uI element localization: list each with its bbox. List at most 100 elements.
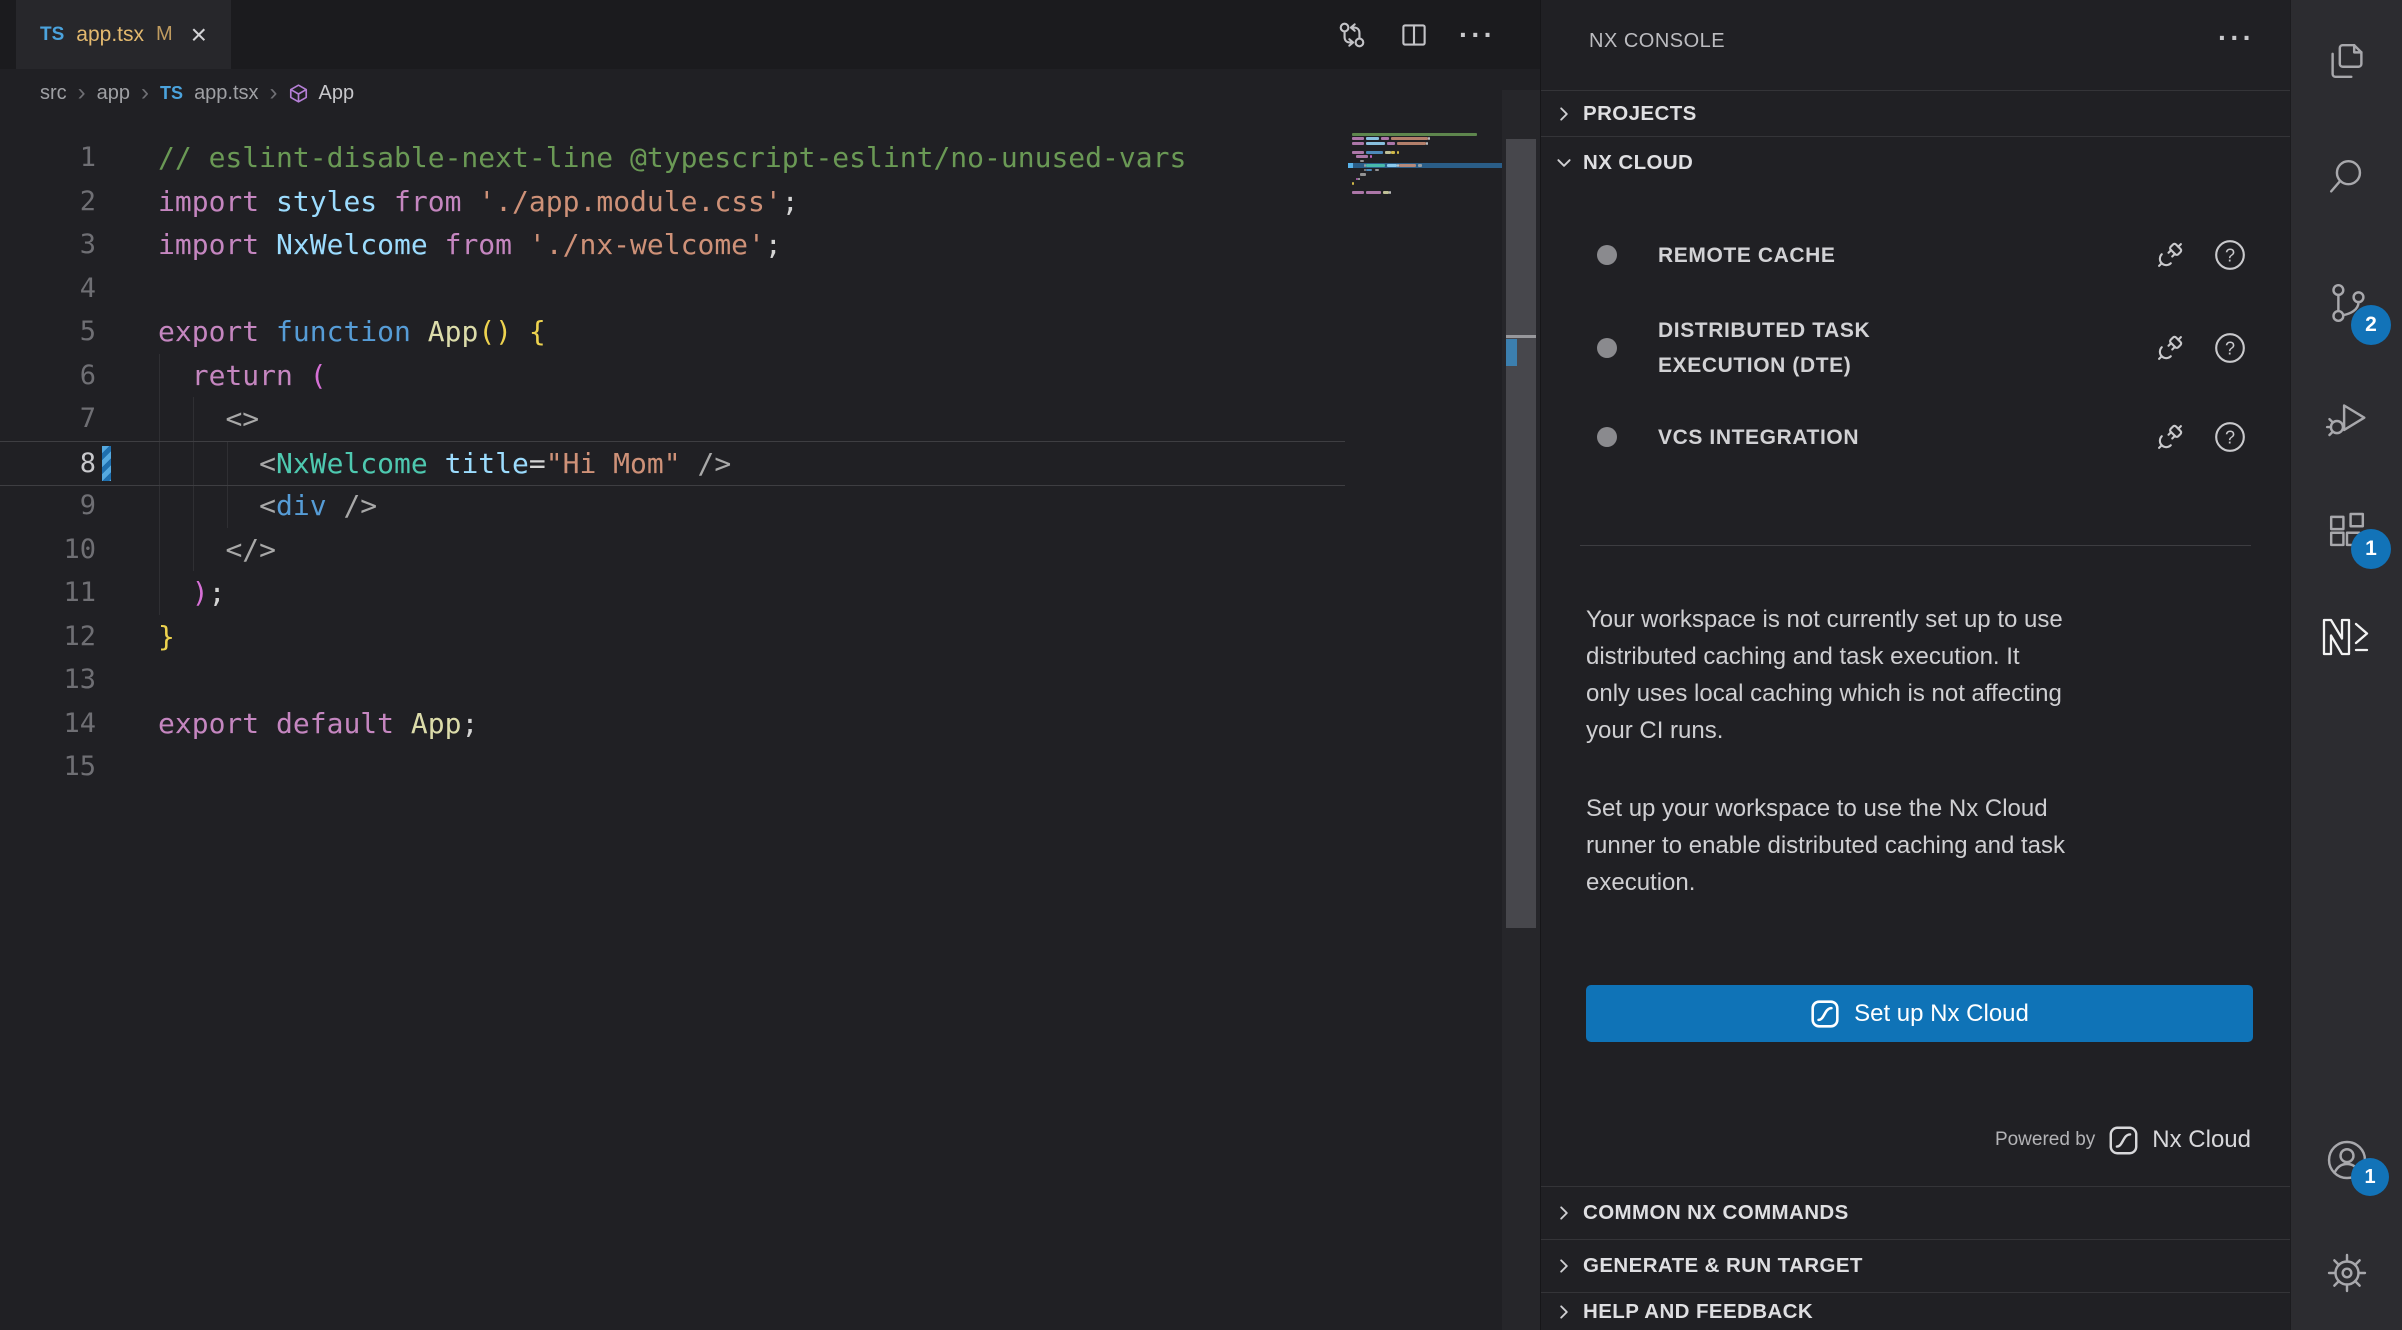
section-common-nx-commands[interactable]: COMMON NX COMMANDS <box>1541 1186 2291 1239</box>
activity-bar: 2 1 1 <box>2290 0 2402 1330</box>
code-line[interactable]: 1// eslint-disable-next-line @typescript… <box>0 136 1345 180</box>
chevron-right-icon <box>1555 1204 1573 1222</box>
source-control-badge: 2 <box>2351 305 2391 345</box>
code-text: return ( <box>158 354 327 398</box>
overview-ruler-modified-mark <box>1506 339 1517 366</box>
line-number[interactable]: 8 <box>0 442 96 486</box>
search-icon[interactable] <box>2324 154 2370 200</box>
code-line[interactable]: 4 <box>0 267 1345 311</box>
line-number[interactable]: 4 <box>0 267 96 311</box>
nx-cloud-item-dte[interactable]: DISTRIBUTED TASK EXECUTION (DTE) ? <box>1541 300 2291 395</box>
extensions-badge: 1 <box>2351 529 2391 569</box>
explorer-icon[interactable] <box>2324 38 2370 84</box>
code-text: </> <box>158 528 276 572</box>
line-number[interactable]: 13 <box>0 658 96 702</box>
minimap-code-mark <box>1399 164 1415 167</box>
code-line[interactable]: 10 </> <box>0 528 1345 572</box>
minimap-code-mark <box>1391 137 1428 140</box>
line-number[interactable]: 7 <box>0 397 96 441</box>
code-line[interactable]: 14 export default App; <box>0 702 1345 746</box>
line-number[interactable]: 10 <box>0 528 96 572</box>
help-question-icon[interactable]: ? <box>2213 331 2247 365</box>
code-text: <NxWelcome title="Hi Mom" /> <box>158 442 731 486</box>
vscode-window: TS app.tsx M × ··· <box>0 0 2402 1330</box>
line-number[interactable]: 14 <box>0 702 96 746</box>
minimap-code-mark <box>1366 191 1380 194</box>
help-question-icon[interactable]: ? <box>2213 420 2247 454</box>
scrollbar-slider[interactable] <box>1506 139 1536 928</box>
minimap-code-mark <box>1366 142 1384 145</box>
code-line[interactable]: 5 export function App() { <box>0 310 1345 354</box>
code-line[interactable]: 2import styles from './app.module.css'; <box>0 180 1345 224</box>
section-help-and-feedback[interactable]: HELP AND FEEDBACK <box>1541 1292 2291 1330</box>
svg-text:?: ? <box>2225 245 2235 265</box>
section-label: NX CLOUD <box>1583 151 1693 175</box>
nx-cloud-item-vcs-integration[interactable]: VCS INTEGRATION ? <box>1541 407 2291 467</box>
settings-gear-icon[interactable] <box>2324 1250 2370 1296</box>
minimap-code-mark <box>1418 164 1422 167</box>
minimap-code-mark <box>1366 137 1378 140</box>
section-label: PROJECTS <box>1583 102 1697 126</box>
minimap-code-mark <box>1366 151 1382 154</box>
connect-plug-icon[interactable] <box>2153 238 2187 272</box>
code-line[interactable]: 6 return ( <box>0 354 1345 398</box>
minimap-code-mark <box>1387 164 1397 167</box>
panel-more-actions-icon[interactable]: ··· <box>2218 22 2255 54</box>
code-line[interactable]: 12} <box>0 615 1345 659</box>
chevron-right-icon <box>1555 1257 1573 1275</box>
status-bullet <box>1597 245 1617 265</box>
minimap-code-mark <box>1383 191 1389 194</box>
svg-text:?: ? <box>2225 338 2235 358</box>
minimap-code-mark <box>1370 155 1372 158</box>
line-number[interactable]: 9 <box>0 484 96 528</box>
line-number[interactable]: 11 <box>0 571 96 615</box>
code-editor[interactable]: 1// eslint-disable-next-line @typescript… <box>0 0 1540 1330</box>
gutter-modified-marker <box>102 446 111 482</box>
code-text: <div /> <box>158 484 377 528</box>
line-number[interactable]: 2 <box>0 180 96 224</box>
connect-plug-icon[interactable] <box>2153 331 2187 365</box>
minimap-code-mark <box>1389 191 1391 194</box>
code-text: export default App; <box>158 702 478 746</box>
code-line[interactable]: 8 <NxWelcome title="Hi Mom" /> <box>0 441 1345 487</box>
line-number[interactable]: 1 <box>0 136 96 180</box>
code-line[interactable]: 13 <box>0 658 1345 702</box>
code-line[interactable]: 7 <> <box>0 397 1345 441</box>
minimap-modified-tick <box>1348 163 1353 168</box>
line-number[interactable]: 12 <box>0 615 96 659</box>
minimap-code-mark <box>1352 182 1354 185</box>
connect-plug-icon[interactable] <box>2153 420 2187 454</box>
nx-console-icon[interactable] <box>2321 614 2373 660</box>
line-number[interactable]: 3 <box>0 223 96 267</box>
nx-cloud-brand-label: Nx Cloud <box>2152 1126 2251 1154</box>
minimap-code-mark <box>1356 155 1368 158</box>
minimap[interactable] <box>1348 122 1502 1330</box>
line-number[interactable]: 6 <box>0 354 96 398</box>
overview-ruler-cursor-mark <box>1506 335 1536 338</box>
code-text: } <box>158 615 175 659</box>
line-number[interactable]: 5 <box>0 310 96 354</box>
run-debug-icon[interactable] <box>2324 394 2370 440</box>
code-line[interactable]: 9 <div /> <box>0 484 1345 528</box>
code-line[interactable]: 15 <box>0 745 1345 789</box>
setup-nx-cloud-button[interactable]: Set up Nx Cloud <box>1586 985 2253 1042</box>
line-number[interactable]: 15 <box>0 745 96 789</box>
minimap-code-mark <box>1366 169 1372 172</box>
nx-cloud-logo-icon <box>1810 999 1840 1029</box>
nx-cloud-item-remote-cache[interactable]: REMOTE CACHE ? <box>1541 225 2291 285</box>
section-nx-cloud[interactable]: NX CLOUD <box>1541 136 2291 188</box>
minimap-code-mark <box>1352 142 1364 145</box>
nx-console-panel: NX CONSOLE ··· PROJECTS NX CLOUD REMOTE … <box>1540 0 2291 1330</box>
minimap-code-mark <box>1397 142 1426 145</box>
minimap-code-mark <box>1428 137 1430 140</box>
section-projects[interactable]: PROJECTS <box>1541 90 2291 136</box>
setup-button-label: Set up Nx Cloud <box>1854 1000 2029 1028</box>
code-line[interactable]: 3import NxWelcome from './nx-welcome'; <box>0 223 1345 267</box>
code-text: export function App() { <box>158 310 546 354</box>
chevron-right-icon <box>1555 1303 1573 1321</box>
help-question-icon[interactable]: ? <box>2213 238 2247 272</box>
status-bullet <box>1597 427 1617 447</box>
section-generate-run-target[interactable]: GENERATE & RUN TARGET <box>1541 1239 2291 1292</box>
nx-item-label: REMOTE CACHE <box>1658 238 1836 273</box>
code-line[interactable]: 11 ); <box>0 571 1345 615</box>
